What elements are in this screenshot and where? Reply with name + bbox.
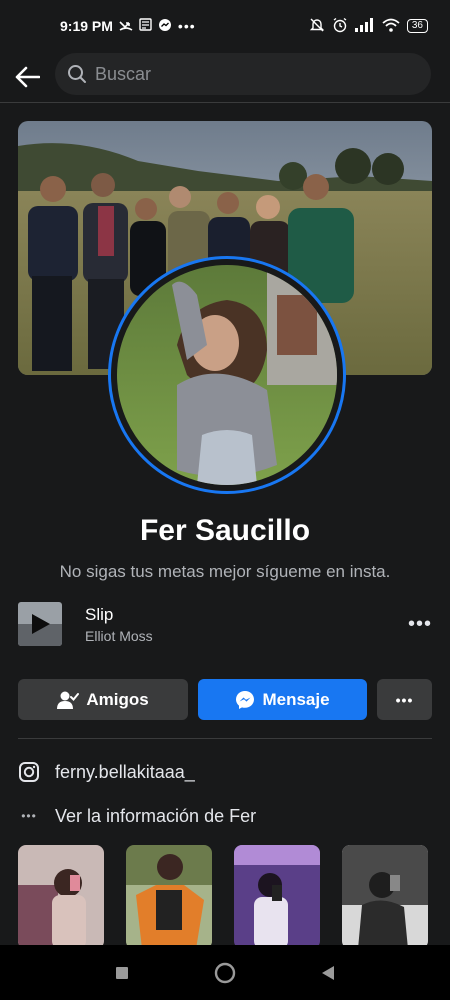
profile-picture[interactable] — [108, 256, 346, 494]
system-nav-bar — [0, 945, 450, 1000]
ellipsis-icon: ••• — [21, 809, 37, 823]
header-divider — [0, 102, 450, 103]
profile-music[interactable]: Slip Elliot Moss ••• — [18, 600, 432, 648]
circle-icon — [214, 962, 236, 983]
see-info-link[interactable]: ••• Ver la información de Fer — [18, 801, 432, 831]
news-icon — [139, 18, 152, 34]
photo-thumbnail[interactable] — [126, 845, 212, 949]
friends-button[interactable]: Amigos — [18, 679, 188, 720]
album-cover[interactable] — [18, 602, 62, 646]
messenger-status-icon — [158, 18, 172, 35]
friends-check-icon — [57, 690, 80, 710]
recents-button[interactable] — [102, 953, 142, 993]
song-artist: Elliot Moss — [85, 627, 153, 644]
alarm-icon — [332, 17, 348, 36]
arrow-left-icon — [15, 66, 40, 88]
song-title: Slip — [85, 604, 114, 624]
back-nav-button[interactable] — [308, 953, 348, 993]
instagram-link[interactable]: ferny.bellakitaaa_ — [18, 757, 432, 787]
signal-icon — [354, 17, 375, 35]
square-icon — [115, 966, 128, 979]
back-button[interactable] — [0, 55, 54, 99]
message-label: Mensaje — [262, 689, 330, 709]
more-actions-button[interactable]: ••• — [377, 679, 432, 720]
messenger-icon — [235, 690, 255, 710]
status-time: 9:19 PM — [60, 18, 113, 34]
ellipsis-icon: ••• — [395, 691, 414, 708]
profile-name: Fer Saucillo — [139, 514, 311, 547]
missed-call-icon — [119, 19, 133, 34]
profile-bio: No sigas tus metas mejor sígueme en inst… — [59, 562, 391, 581]
more-notifications-icon: ••• — [177, 18, 196, 34]
photo-thumbnail[interactable] — [18, 845, 104, 949]
avatar — [117, 265, 337, 485]
mute-icon — [309, 17, 325, 36]
instagram-username: ferny.bellakitaaa_ — [55, 761, 195, 782]
see-info-label: Ver la información de Fer — [55, 805, 257, 826]
song-info: Slip Elliot Moss — [85, 605, 153, 644]
battery-indicator: 36 — [406, 19, 428, 33]
status-bar: 9:19 PM ••• 36 — [0, 0, 450, 52]
friends-label: Amigos — [86, 689, 149, 709]
actions-divider — [18, 738, 432, 739]
photo-thumbnail[interactable] — [234, 845, 320, 949]
photo-thumbnail[interactable] — [342, 845, 428, 949]
message-button[interactable]: Mensaje — [198, 679, 367, 720]
search-header: Buscar — [0, 52, 450, 102]
search-placeholder: Buscar — [95, 63, 152, 84]
triangle-back-icon — [322, 965, 335, 980]
photos-row — [18, 845, 432, 949]
search-icon — [68, 65, 86, 83]
wifi-icon — [382, 18, 400, 35]
instagram-icon — [18, 761, 40, 783]
home-button[interactable] — [205, 953, 245, 993]
search-input[interactable]: Buscar — [55, 53, 431, 95]
music-more-icon[interactable]: ••• — [408, 613, 432, 636]
